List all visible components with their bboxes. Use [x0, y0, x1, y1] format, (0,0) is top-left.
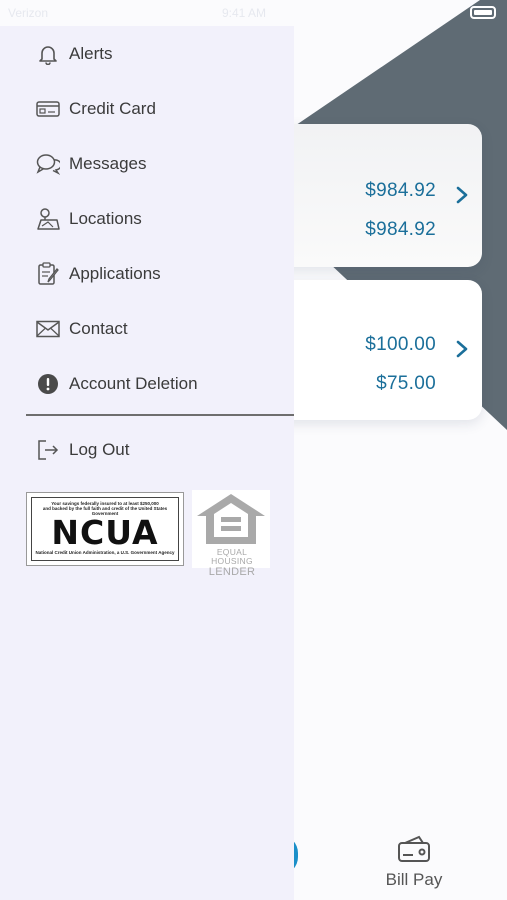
carrier-label: Verizon — [8, 6, 49, 20]
drawer-item-alerts[interactable]: Alerts — [0, 32, 294, 76]
tab-bill-pay[interactable]: Bill Pay — [376, 835, 452, 895]
drawer-item-account-deletion[interactable]: Account Deletion — [0, 362, 294, 406]
drawer-item-label: Alerts — [69, 44, 113, 63]
account-balance: $984.92 — [365, 180, 436, 201]
drawer-item-messages[interactable]: Messages — [0, 142, 294, 186]
document-pen-icon — [36, 262, 60, 286]
drawer-item-applications[interactable]: Applications — [0, 252, 294, 296]
chat-bubbles-icon — [36, 152, 60, 176]
credit-card-icon — [36, 97, 60, 121]
drawer-item-label: Account Deletion — [69, 374, 198, 393]
drawer-item-label: Messages — [69, 154, 147, 173]
status-bar: Verizon 9:41 AM — [0, 0, 294, 26]
insurance-badges: Your savings federally insured to at lea… — [26, 490, 272, 578]
ncua-logo: Your savings federally insured to at lea… — [26, 492, 184, 566]
drawer-item-label: Contact — [69, 319, 128, 338]
ncua-title: NCUA — [51, 513, 159, 552]
bell-icon — [36, 42, 60, 66]
exclamation-circle-icon — [36, 372, 60, 396]
drawer-item-locations[interactable]: Locations — [0, 197, 294, 241]
drawer-divider — [26, 414, 294, 416]
ehl-text: LENDER — [208, 566, 256, 578]
drawer-item-logout[interactable]: Log Out — [0, 428, 294, 472]
equal-housing-lender-logo: EQUAL HOUSING LENDER — [192, 490, 270, 578]
battery-icon — [470, 6, 496, 19]
clock-label: 9:41 AM — [222, 6, 267, 20]
chevron-right-icon[interactable] — [452, 184, 472, 206]
drawer-item-label: Log Out — [69, 440, 130, 459]
envelope-icon — [36, 317, 60, 341]
bill-pay-icon — [398, 835, 430, 862]
chevron-right-icon[interactable] — [452, 338, 472, 360]
logout-icon — [36, 438, 60, 462]
drawer-item-credit-card[interactable]: Credit Card — [0, 87, 294, 131]
drawer-item-label: Locations — [69, 209, 142, 228]
tab-bill-pay-label: Bill Pay — [385, 870, 443, 889]
drawer-item-label: Applications — [69, 264, 161, 283]
ehl-text: EQUAL HOUSING — [211, 547, 253, 566]
drawer-item-label: Credit Card — [69, 99, 156, 118]
account-available: $984.92 — [365, 219, 436, 240]
house-icon — [197, 494, 265, 544]
account-available: $75.00 — [376, 373, 436, 394]
ncua-text: National Credit Union Administration, a … — [35, 550, 175, 555]
drawer-item-contact[interactable]: Contact — [0, 307, 294, 351]
navigation-drawer: Alerts Credit Card Messages Locations Ap — [0, 26, 294, 900]
ncua-text: Your savings federally insured to at lea… — [51, 501, 159, 506]
account-balance: $100.00 — [365, 334, 436, 355]
map-icon — [36, 207, 60, 231]
